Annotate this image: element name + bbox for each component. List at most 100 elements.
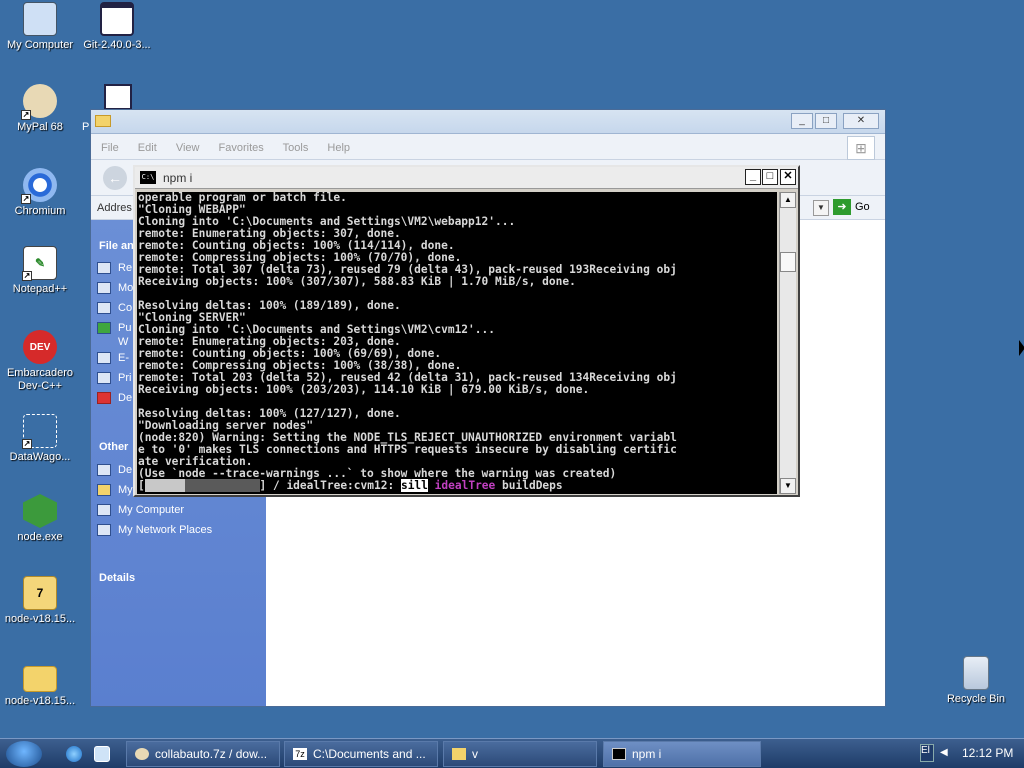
task-print[interactable]: Pri — [97, 372, 131, 384]
language-indicator[interactable]: El — [920, 744, 934, 762]
taskbar-button-folder[interactable]: v — [443, 741, 597, 767]
progress-cell — [198, 479, 206, 492]
other-places-heading[interactable]: Other — [99, 441, 128, 453]
rename-icon — [97, 262, 111, 274]
file-tasks-heading[interactable]: File an — [99, 240, 134, 252]
scroll-up-button[interactable]: ▲ — [780, 192, 796, 208]
menu-edit[interactable]: Edit — [138, 142, 157, 154]
log-level-badge: sill — [400, 479, 428, 492]
console-output[interactable]: operable program or batch file. "Cloning … — [137, 192, 777, 494]
progress-cell — [144, 479, 152, 492]
desktop-icon-node-archive[interactable]: 7 node-v18.15... — [0, 576, 80, 626]
mypal-icon — [135, 748, 149, 760]
recycle-bin-icon — [963, 656, 989, 690]
menu-favorites[interactable]: Favorites — [219, 142, 264, 154]
place-my-documents[interactable]: My — [97, 484, 133, 496]
datawagon-icon: ↗ — [22, 414, 57, 449]
cmd-titlebar[interactable]: C:\ npm i _ □ ✕ — [135, 167, 798, 189]
desktop-icon-datawagon[interactable]: ↗ DataWago... — [0, 414, 80, 464]
place-my-network-places[interactable]: My Network Places — [97, 524, 212, 536]
desktop-icon-label: My Computer — [6, 39, 74, 51]
place-label: My Network Places — [118, 524, 213, 536]
task-move[interactable]: Mo — [97, 282, 133, 294]
go-button[interactable]: ➜ Go — [833, 199, 877, 217]
desktop-icon-chromium[interactable]: ↗ Chromium — [0, 168, 80, 218]
7zip-archive-icon: 7 — [23, 576, 57, 610]
tray-expand-button[interactable]: ◀ — [940, 747, 948, 758]
network-places-icon — [97, 524, 111, 536]
notepadpp-icon: ✎ ↗ — [22, 246, 57, 281]
windows-logo-icon: ⊞ — [847, 136, 875, 160]
desktop-partial-icon[interactable] — [104, 84, 132, 110]
minimize-button[interactable]: _ — [791, 113, 813, 129]
start-button[interactable] — [6, 741, 42, 767]
desktop-icon-label: node.exe — [17, 531, 63, 543]
taskbar-button-label: npm i — [632, 747, 662, 761]
console-lines: operable program or batch file. "Cloning … — [137, 192, 777, 480]
explorer-titlebar[interactable]: _ □ ✕ — [91, 110, 885, 134]
clock[interactable]: 12:12 PM — [962, 746, 1013, 760]
task-publish-line2: W — [118, 336, 129, 348]
cmd-scrollbar[interactable]: ▲ ▼ — [779, 192, 796, 494]
chromium-icon: ↗ — [21, 168, 57, 204]
desktop-icon-git-installer[interactable]: Git-2.40.0-3... — [77, 2, 157, 52]
progress-cell — [192, 479, 199, 492]
scroll-down-button[interactable]: ▼ — [780, 478, 796, 494]
console-line: Receiving objects: 100% (203/203), 114.1… — [138, 383, 590, 396]
maximize-button[interactable]: □ — [762, 169, 778, 185]
menu-file[interactable]: File — [101, 142, 119, 154]
desktop-icon-node-exe[interactable]: node.exe — [0, 494, 80, 544]
task-rename[interactable]: Re — [97, 262, 132, 274]
desktop-icon-recycle-bin[interactable]: Recycle Bin — [936, 656, 1016, 706]
task-copy[interactable]: Co — [97, 302, 132, 314]
taskbar-button-7zip[interactable]: 7z C:\Documents and ... — [284, 741, 438, 767]
folder-icon — [95, 115, 111, 127]
cmd-window[interactable]: C:\ npm i _ □ ✕ operable program or batc… — [133, 165, 800, 497]
my-documents-icon — [97, 484, 111, 496]
place-label: De — [118, 464, 133, 476]
cmd-title: npm i — [163, 171, 193, 185]
progress-cell — [158, 479, 165, 492]
taskbar-button-npm[interactable]: npm i — [603, 741, 761, 767]
back-button[interactable]: ← — [103, 166, 127, 190]
place-desktop[interactable]: De — [97, 464, 132, 476]
desktop-icon-my-computer[interactable]: My Computer — [0, 2, 80, 52]
desktop-icon-notepadpp[interactable]: ✎ ↗ Notepad++ — [0, 246, 80, 296]
task-delete[interactable]: De — [97, 392, 132, 404]
place-my-computer[interactable]: My Computer — [97, 504, 184, 516]
explorer-menubar: File Edit View Favorites Tools Help ⊞ — [91, 134, 885, 160]
cmd-icon — [612, 748, 626, 760]
progress-cell — [246, 479, 253, 492]
desktop-icon-label: Notepad++ — [12, 283, 68, 295]
taskbar: collabauto.7z / dow... 7z C:\Documents an… — [0, 738, 1024, 768]
desktop-icon-mypal[interactable]: ↗ MyPal 68 — [0, 84, 80, 134]
menu-tools[interactable]: Tools — [283, 142, 309, 154]
7zip-icon: 7z — [293, 748, 307, 760]
menu-help[interactable]: Help — [327, 142, 350, 154]
desktop-icon-label: Recycle Bin — [946, 693, 1006, 705]
task-email[interactable]: E- — [97, 352, 129, 364]
ie-icon[interactable] — [66, 746, 82, 762]
address-dropdown-button[interactable]: ▼ — [813, 200, 829, 216]
desktop-partial-label: P — [82, 121, 90, 133]
desktop-icon-label: Git-2.40.0-3... — [83, 39, 151, 51]
desktop-icon — [97, 464, 111, 476]
desktop-icon-label: node-v18.15... — [4, 695, 76, 707]
maximize-button[interactable]: □ — [815, 113, 837, 129]
desktop-icon-node-folder[interactable]: node-v18.15... — [0, 660, 80, 708]
shortcut-arrow-icon: ↗ — [21, 110, 31, 120]
close-button[interactable]: ✕ — [780, 169, 796, 185]
task-publish[interactable]: Pu — [97, 322, 131, 334]
show-desktop-icon[interactable] — [94, 746, 110, 762]
go-arrow-icon: ➜ — [833, 199, 851, 215]
copy-icon — [97, 302, 111, 314]
close-button[interactable]: ✕ — [843, 113, 879, 129]
desktop-icon-label: MyPal 68 — [17, 121, 63, 133]
minimize-button[interactable]: _ — [745, 169, 761, 185]
desktop-icon-devcpp[interactable]: DEV Embarcadero Dev-C++ — [0, 330, 80, 393]
details-heading[interactable]: Details — [99, 572, 135, 584]
printer-icon — [97, 372, 111, 384]
taskbar-button-mypal[interactable]: collabauto.7z / dow... — [126, 741, 280, 767]
menu-view[interactable]: View — [176, 142, 200, 154]
scroll-thumb[interactable] — [780, 252, 796, 272]
